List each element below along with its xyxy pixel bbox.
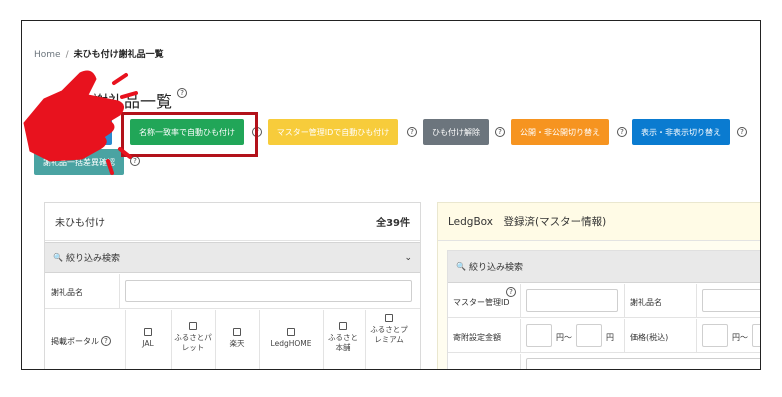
- divider: [125, 310, 126, 369]
- portal-checkbox-furusato-premium[interactable]: ふるさとプレミアム: [369, 314, 409, 345]
- help-icon[interactable]: ?: [177, 88, 188, 98]
- item-name-label: 謝礼品名: [630, 298, 662, 307]
- ledgbox-panel-header: LedgBox 登録済(マスター情報): [438, 203, 760, 241]
- portal-checkbox-jal[interactable]: JAL: [129, 328, 167, 349]
- checkbox-box[interactable]: [385, 314, 393, 322]
- checkbox-box[interactable]: [233, 328, 241, 336]
- unlinked-panel-header: 未ひも付け 全39件: [45, 203, 420, 241]
- price-yen-from-label: 円〜: [732, 333, 748, 342]
- unlink-button[interactable]: ひも付け解除: [423, 119, 489, 145]
- divider: [171, 310, 172, 369]
- ledgbox-filter-card: 🔍 絞り込み検索 マスター管理ID ? 謝礼品名 寄附設定金額 円〜 円 価格(…: [447, 250, 760, 369]
- portal-filter-label-text: 掲載ポータル: [51, 337, 99, 346]
- checkbox-box[interactable]: [339, 322, 347, 330]
- donation-amount-label: 寄附設定金額: [453, 333, 501, 342]
- portal-label: ふるさと本舗: [328, 333, 358, 352]
- portal-label: LedgHOME: [270, 339, 312, 348]
- checkbox-box[interactable]: [144, 328, 152, 336]
- ledgbox-filter-search-toggle[interactable]: 🔍 絞り込み検索: [448, 251, 760, 283]
- divider: [520, 354, 521, 369]
- filter-search-label: 絞り込み検索: [65, 254, 120, 264]
- portal-checkbox-rakuten[interactable]: 楽天: [217, 328, 257, 349]
- auto-match-by-master-id-button[interactable]: マスター管理IDで自動ひも付け: [268, 119, 398, 145]
- pointing-hand-icon: [23, 70, 138, 175]
- breadcrumb-separator: /: [65, 50, 69, 60]
- name-filter-row: 謝礼品名: [45, 274, 420, 309]
- portal-filter-label: 掲載ポータル?: [51, 336, 111, 347]
- divider: [259, 310, 260, 369]
- search-icon: 🔍: [456, 262, 466, 271]
- portal-filter-row: 掲載ポータル? JAL ふるさとパレット 楽天 LedgHOME ふるさと本舗 …: [45, 310, 420, 369]
- breadcrumb-current: 未ひも付け謝礼品一覧: [73, 50, 164, 60]
- price-max-input[interactable]: [752, 324, 760, 347]
- chevron-down-icon: ⌄: [404, 252, 412, 263]
- portal-checkbox-furusato-honpo[interactable]: ふるさと本舗: [325, 322, 361, 353]
- master-id-row: マスター管理ID ? 謝礼品名: [448, 284, 760, 318]
- donation-min-input[interactable]: [526, 324, 552, 347]
- portal-checkbox-furusato-palette[interactable]: ふるさとパレット: [173, 322, 213, 353]
- master-id-label: マスター管理ID: [453, 298, 510, 307]
- ledgbox-panel-title: LedgBox 登録済(マスター情報): [448, 216, 607, 228]
- ledgbox-filter-search-label: 絞り込み検索: [468, 263, 523, 273]
- divider: [215, 310, 216, 369]
- help-icon[interactable]: ?: [495, 127, 505, 137]
- divider: [520, 319, 521, 352]
- help-icon[interactable]: ?: [737, 127, 747, 137]
- portal-label: ふるさとプレミアム: [370, 325, 408, 344]
- next-filter-input[interactable]: [526, 358, 760, 369]
- portal-label: ふるさとパレット: [174, 333, 212, 352]
- breadcrumb-home-link[interactable]: Home: [34, 50, 61, 60]
- divider: [520, 284, 521, 317]
- divider: [624, 319, 625, 352]
- app-frame: Home/未ひも付け謝礼品一覧 付け謝礼品一覧 ? 名称一致率で自動ひも付け ?…: [21, 20, 761, 370]
- unlinked-panel-title: 未ひも付け: [55, 218, 105, 229]
- divider: [696, 284, 697, 317]
- divider: [119, 274, 120, 308]
- divider: [323, 310, 324, 369]
- yen-label: 円: [606, 333, 614, 342]
- price-min-input[interactable]: [702, 324, 728, 347]
- help-icon[interactable]: ?: [407, 127, 417, 137]
- portal-checkbox-ledghome[interactable]: LedgHOME: [261, 328, 321, 349]
- next-filter-row: [448, 354, 760, 369]
- filter-search-toggle[interactable]: 🔍 絞り込み検索 ⌄: [45, 242, 420, 273]
- name-filter-label: 謝礼品名: [51, 288, 83, 297]
- portal-label: JAL: [142, 339, 154, 348]
- divider: [365, 310, 366, 369]
- unlinked-count: 全39件: [376, 218, 410, 229]
- checkbox-box[interactable]: [287, 328, 295, 336]
- help-icon[interactable]: ?: [101, 336, 111, 346]
- ledgbox-registered-panel: LedgBox 登録済(マスター情報) 🔍 絞り込み検索 マスター管理ID ? …: [437, 202, 760, 369]
- donation-max-input[interactable]: [576, 324, 602, 347]
- name-filter-input[interactable]: [125, 280, 412, 302]
- item-name-input[interactable]: [702, 289, 760, 312]
- breadcrumb: Home / 未ひも付け謝礼品一覧: [34, 47, 164, 60]
- visibility-toggle-button[interactable]: 表示・非表示切り替え: [632, 119, 730, 145]
- help-icon[interactable]: ?: [617, 127, 627, 137]
- unlinked-panel: 未ひも付け 全39件 🔍 絞り込み検索 ⌄ 謝礼品名 掲載ポータル? JAL ふ…: [44, 202, 421, 369]
- publish-toggle-button[interactable]: 公開・非公開切り替え: [511, 119, 609, 145]
- price-label: 価格(税込): [630, 333, 669, 342]
- yen-from-label: 円〜: [556, 333, 572, 342]
- divider: [696, 319, 697, 352]
- amount-row: 寄附設定金額 円〜 円 価格(税込) 円〜: [448, 319, 760, 353]
- divider: [624, 284, 625, 317]
- search-icon: 🔍: [53, 253, 63, 262]
- checkbox-box[interactable]: [189, 322, 197, 330]
- help-icon[interactable]: ?: [506, 287, 516, 297]
- master-id-input[interactable]: [526, 289, 618, 312]
- portal-label: 楽天: [229, 339, 245, 348]
